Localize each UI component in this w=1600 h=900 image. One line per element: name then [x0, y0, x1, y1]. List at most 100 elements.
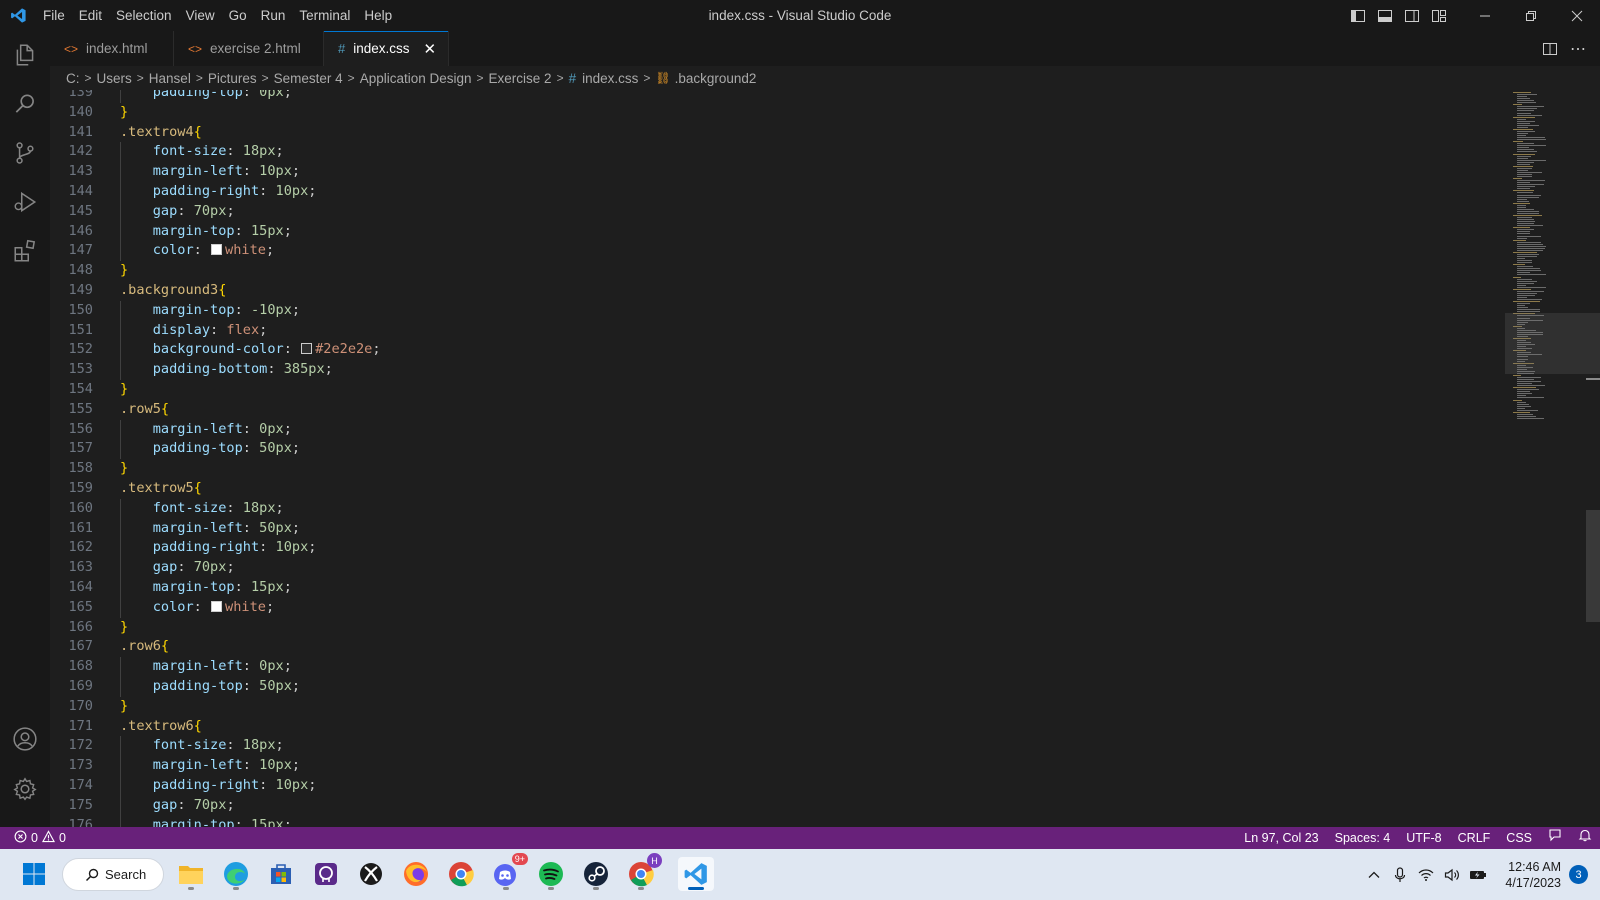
app-icon[interactable] — [308, 857, 344, 891]
code-line[interactable]: 166} — [50, 618, 1450, 638]
code-line[interactable]: 149 .background3{ — [50, 281, 1450, 301]
code-line[interactable]: 158} — [50, 459, 1450, 479]
code-line[interactable]: 161 margin-left: 50px; — [50, 519, 1450, 539]
tab-exercise-2-html[interactable]: <> exercise 2.html — [174, 31, 324, 66]
account-icon[interactable] — [0, 715, 50, 763]
code-line[interactable]: 154} — [50, 380, 1450, 400]
code-line[interactable]: 175 gap: 70px; — [50, 796, 1450, 816]
chrome-icon[interactable] — [443, 857, 479, 891]
cursor-position[interactable]: Ln 97, Col 23 — [1236, 827, 1326, 849]
code-line[interactable]: 147 color: white; — [50, 241, 1450, 261]
code-line[interactable]: 165 color: white; — [50, 598, 1450, 618]
start-windows-icon[interactable] — [16, 857, 52, 891]
menu-go[interactable]: Go — [222, 0, 254, 31]
code-line[interactable]: 174 padding-right: 10px; — [50, 776, 1450, 796]
code-line[interactable]: 173 margin-left: 10px; — [50, 756, 1450, 776]
code-line[interactable]: 143 margin-left: 10px; — [50, 162, 1450, 182]
code-line[interactable]: 159 .textrow5{ — [50, 479, 1450, 499]
code-line[interactable]: 170} — [50, 697, 1450, 717]
menu-selection[interactable]: Selection — [109, 0, 179, 31]
menu-edit[interactable]: Edit — [72, 0, 109, 31]
minimize-icon[interactable] — [1462, 0, 1508, 31]
firefox-icon[interactable] — [398, 857, 434, 891]
spotify-icon[interactable] — [533, 857, 569, 891]
microphone-icon[interactable] — [1387, 866, 1413, 883]
breadcrumb-symbol[interactable]: ⛓ .background2 — [655, 71, 756, 86]
restore-icon[interactable] — [1508, 0, 1554, 31]
file-encoding[interactable]: UTF-8 — [1398, 827, 1449, 849]
breadcrumb-item[interactable]: Users — [97, 71, 132, 86]
xbox-icon[interactable] — [353, 857, 389, 891]
menu-help[interactable]: Help — [357, 0, 399, 31]
feedback-icon[interactable] — [1540, 827, 1570, 849]
breadcrumb-item[interactable]: Hansel — [149, 71, 191, 86]
code-line[interactable]: 152 background-color: #2e2e2e; — [50, 340, 1450, 360]
notifications-bell-icon[interactable] — [1570, 827, 1600, 849]
close-window-icon[interactable] — [1554, 0, 1600, 31]
store-icon[interactable] — [263, 857, 299, 891]
code-line[interactable]: 168 margin-left: 0px; — [50, 657, 1450, 677]
code-line[interactable]: 139 padding-top: 0px; — [50, 90, 1450, 103]
code-line[interactable]: 172 font-size: 18px; — [50, 736, 1450, 756]
code-line[interactable]: 164 margin-top: 15px; — [50, 578, 1450, 598]
explorer-icon[interactable] — [0, 31, 50, 79]
search-icon[interactable] — [0, 80, 50, 128]
chevron-up-icon[interactable] — [1361, 868, 1387, 882]
code-line[interactable]: 171 .textrow6{ — [50, 717, 1450, 737]
menu-file[interactable]: File — [36, 0, 72, 31]
code-line[interactable]: 146 margin-top: 15px; — [50, 222, 1450, 242]
tab-index-html[interactable]: <> index.html — [50, 31, 174, 66]
code-line[interactable]: 169 padding-top: 50px; — [50, 677, 1450, 697]
menu-view[interactable]: View — [179, 0, 222, 31]
battery-charging-icon[interactable] — [1465, 869, 1491, 881]
breadcrumb-item[interactable]: Application Design — [360, 71, 472, 86]
code-editor[interactable]: 139 padding-top: 0px; 140} 141 .textrow4{14… — [50, 90, 1600, 827]
code-line[interactable]: 162 padding-right: 10px; — [50, 538, 1450, 558]
edge-icon[interactable] — [218, 857, 254, 891]
breadcrumb-item[interactable]: C: — [66, 71, 80, 86]
more-actions-icon[interactable]: ⋯ — [1564, 39, 1592, 59]
source-control-icon[interactable] — [0, 129, 50, 177]
minimap-slider[interactable] — [1505, 313, 1600, 374]
breadcrumb-item[interactable]: Semester 4 — [274, 71, 343, 86]
wifi-icon[interactable] — [1413, 868, 1439, 882]
color-swatch[interactable] — [211, 600, 223, 612]
breadcrumb-item[interactable]: Exercise 2 — [489, 71, 552, 86]
code-line[interactable]: 153 padding-bottom: 385px; — [50, 360, 1450, 380]
code-line[interactable]: 156 margin-left: 0px; — [50, 420, 1450, 440]
color-swatch[interactable] — [301, 343, 313, 355]
split-editor-icon[interactable] — [1536, 41, 1564, 57]
code-line[interactable]: 163 gap: 70px; — [50, 558, 1450, 578]
problems-indicator[interactable]: 0 0 — [0, 830, 66, 846]
chrome-profile-icon[interactable]: H — [623, 853, 662, 891]
minimap[interactable] — [1505, 90, 1600, 827]
code-line[interactable]: 176 margin-top: 15px; — [50, 816, 1450, 827]
code-line[interactable]: 142 font-size: 18px; — [50, 142, 1450, 162]
code-line[interactable]: 167 .row6{ — [50, 637, 1450, 657]
breadcrumb-item[interactable]: Pictures — [208, 71, 257, 86]
vertical-scrollbar[interactable] — [1586, 510, 1600, 622]
breadcrumb-file[interactable]: # index.css — [569, 71, 639, 86]
language-mode[interactable]: CSS — [1498, 827, 1540, 849]
code-line[interactable]: 145 gap: 70px; — [50, 202, 1450, 222]
run-debug-icon[interactable] — [0, 178, 50, 226]
volume-icon[interactable] — [1439, 868, 1465, 882]
system-clock[interactable]: 12:46 AM 4/17/2023 — [1505, 859, 1561, 891]
code-line[interactable]: 160 font-size: 18px; — [50, 499, 1450, 519]
code-line[interactable]: 155 .row5{ — [50, 400, 1450, 420]
code-line[interactable]: 141 .textrow4{ — [50, 123, 1450, 143]
code-line[interactable]: 150 margin-top: -10px; — [50, 301, 1450, 321]
file-explorer-icon[interactable] — [173, 857, 209, 891]
color-swatch[interactable] — [211, 244, 223, 256]
vscode-icon[interactable] — [678, 857, 714, 891]
settings-gear-icon[interactable] — [0, 765, 50, 813]
code-line[interactable]: 144 padding-right: 10px; — [50, 182, 1450, 202]
code-line[interactable]: 148} — [50, 261, 1450, 281]
indentation[interactable]: Spaces: 4 — [1327, 827, 1399, 849]
vscode-logo-icon[interactable] — [0, 0, 36, 31]
tab-index-css[interactable]: # index.css ✕ — [324, 31, 449, 66]
notification-badge[interactable]: 3 — [1569, 865, 1588, 884]
menu-terminal[interactable]: Terminal — [292, 0, 357, 31]
customize-layout-icon[interactable] — [1425, 0, 1452, 31]
end-of-line[interactable]: CRLF — [1450, 827, 1499, 849]
